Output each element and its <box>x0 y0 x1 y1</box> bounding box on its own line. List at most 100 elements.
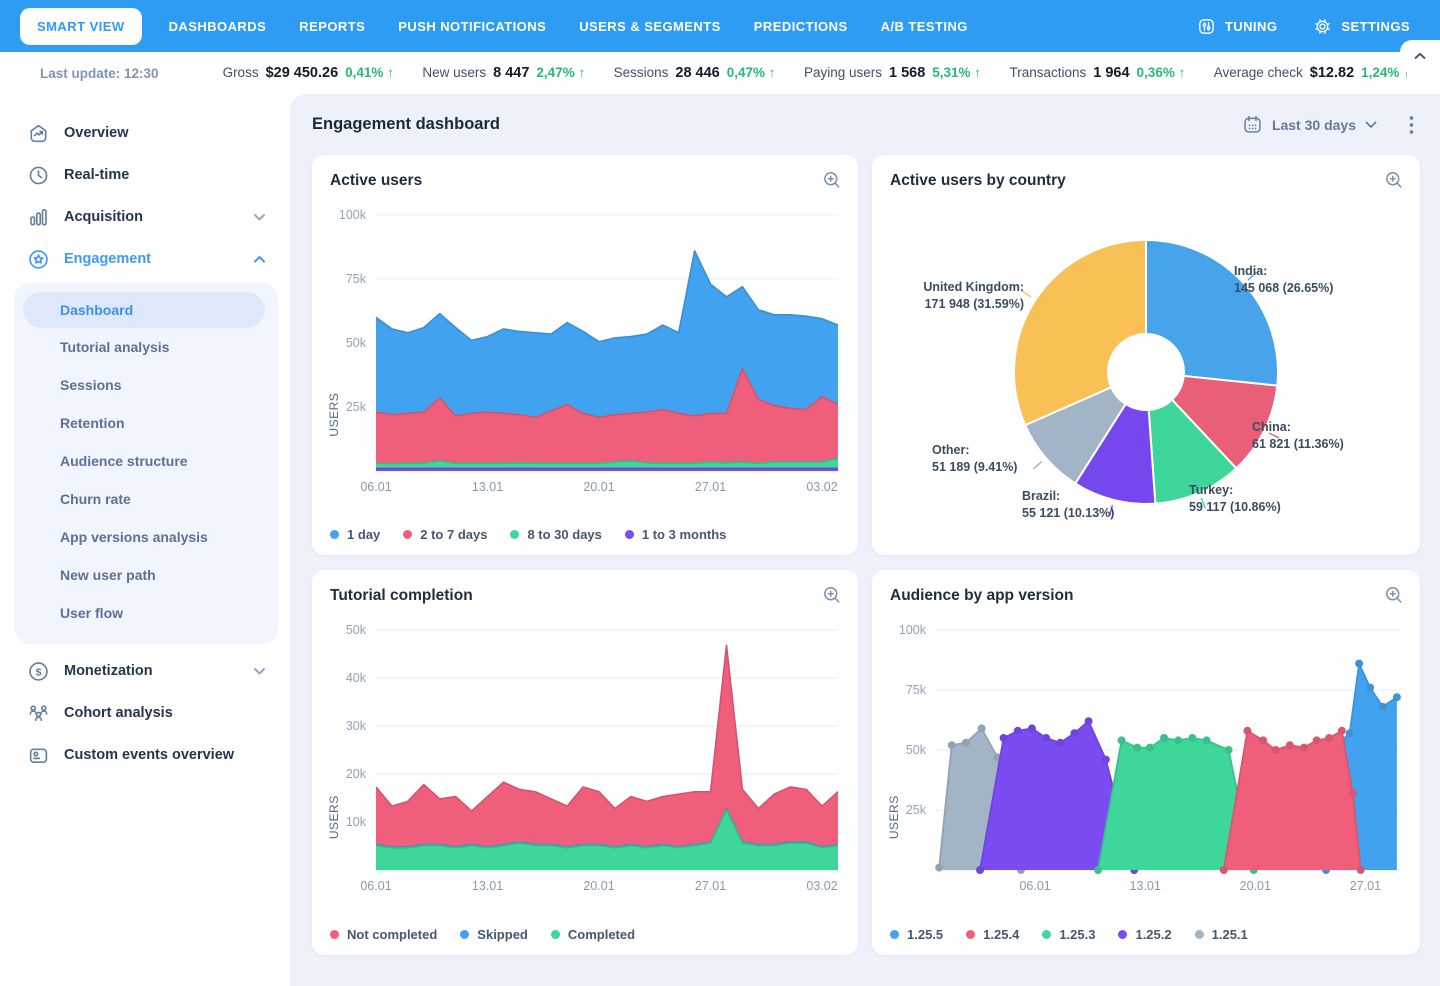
nav-tuning-button[interactable]: TUNING <box>1197 17 1278 36</box>
stats-bar: Last update: 12:30 Gross$29 450.260,41% … <box>0 52 1440 94</box>
pie-label-value: 145 068 (26.65%) <box>1234 280 1354 297</box>
nav-tab-push-notifications[interactable]: PUSH NOTIFICATIONS <box>398 19 546 34</box>
svg-text:20.01: 20.01 <box>583 879 614 893</box>
svg-text:75k: 75k <box>346 272 367 286</box>
svg-text:03.02: 03.02 <box>806 879 837 893</box>
svg-text:50k: 50k <box>346 336 367 350</box>
legend-label: 1 day <box>347 527 380 542</box>
svg-text:06.01: 06.01 <box>360 879 391 893</box>
sidebar-item-label: Overview <box>64 125 129 141</box>
stat-value: 28 446 <box>675 65 719 81</box>
pie-label-name: India: <box>1234 263 1354 280</box>
svg-text:06.01: 06.01 <box>360 480 391 494</box>
legend-item-not-completed[interactable]: Not completed <box>330 927 437 942</box>
legend-item-1-25-5[interactable]: 1.25.5 <box>890 927 943 942</box>
sidebar-subitem-app-versions-analysis[interactable]: App versions analysis <box>14 518 278 556</box>
active-users-chart-canvas[interactable]: 100k75k50k25kUSERS06.0113.0120.0127.0103… <box>312 193 858 509</box>
svg-text:50k: 50k <box>906 743 927 757</box>
legend-item-8-to-30-days[interactable]: 8 to 30 days <box>510 527 601 542</box>
zoom-in-button[interactable] <box>1384 585 1405 606</box>
nav-tuning-label: TUNING <box>1225 19 1278 34</box>
legend-item-skipped[interactable]: Skipped <box>460 927 528 942</box>
sidebar-subitem-audience-structure[interactable]: Audience structure <box>14 442 278 480</box>
sidebar-item-custom-events-overview[interactable]: Custom events overview <box>0 734 290 776</box>
nav-tab-users-segments[interactable]: USERS & SEGMENTS <box>579 19 721 34</box>
svg-text:10k: 10k <box>346 815 367 829</box>
nav-tab-predictions[interactable]: PREDICTIONS <box>754 19 848 34</box>
legend-label: 1.25.2 <box>1135 927 1171 942</box>
sidebar-item-monetization[interactable]: $Monetization <box>0 650 290 692</box>
calendar-icon <box>1242 114 1263 135</box>
sidebar-item-real-time[interactable]: Real-time <box>0 154 290 196</box>
legend-item-1-day[interactable]: 1 day <box>330 527 380 542</box>
overview-icon <box>27 122 50 145</box>
legend-dot <box>625 530 634 539</box>
svg-text:20.01: 20.01 <box>583 480 614 494</box>
legend-label: 2 to 7 days <box>420 527 487 542</box>
stat-value: 1 964 <box>1093 65 1129 81</box>
sidebar-subitem-retention[interactable]: Retention <box>14 404 278 442</box>
top-navigation: SMART VIEW DASHBOARDS REPORTS PUSH NOTIFICA… <box>0 0 1440 52</box>
legend-dot <box>330 530 339 539</box>
card-title: Active users <box>330 172 422 190</box>
card-active-users: Active users100k75k50k25kUSERS06.0113.01… <box>312 155 858 555</box>
stat-label: Average check <box>1214 65 1303 80</box>
stat-label: Transactions <box>1009 65 1086 80</box>
zoom-in-button[interactable] <box>822 170 843 191</box>
pie-label-name: Other: <box>932 442 1044 459</box>
legend-label: 8 to 30 days <box>527 527 601 542</box>
sidebar-item-engagement[interactable]: Engagement <box>0 238 290 280</box>
sidebar-subitem-new-user-path[interactable]: New user path <box>14 556 278 594</box>
nav-tab-reports[interactable]: REPORTS <box>299 19 365 34</box>
nav-tab-smart-view[interactable]: SMART VIEW <box>20 8 142 45</box>
date-range-selector[interactable]: Last 30 days <box>1242 114 1377 135</box>
active-users-by-country-chart-canvas[interactable] <box>872 155 1420 555</box>
sidebar-item-overview[interactable]: Overview <box>0 112 290 154</box>
legend-item-completed[interactable]: Completed <box>551 927 635 942</box>
legend-item-1-to-3-months[interactable]: 1 to 3 months <box>625 527 727 542</box>
sidebar-subitem-user-flow[interactable]: User flow <box>14 594 278 632</box>
stat-label: New users <box>422 65 486 80</box>
svg-text:USERS: USERS <box>327 393 341 437</box>
custom-events-icon <box>27 744 50 767</box>
stat-value: 1 568 <box>889 65 925 81</box>
content-header: Engagement dashboard Last 30 days <box>290 94 1440 155</box>
legend-item-1-25-2[interactable]: 1.25.2 <box>1118 927 1171 942</box>
legend-item-1-25-3[interactable]: 1.25.3 <box>1042 927 1095 942</box>
kebab-menu-icon <box>1409 115 1414 135</box>
sidebar-subitem-churn-rate[interactable]: Churn rate <box>14 480 278 518</box>
sidebar-subitem-tutorial-analysis[interactable]: Tutorial analysis <box>14 328 278 366</box>
tutorial-completion-chart-canvas[interactable]: 50k40k30k20k10kUSERS06.0113.0120.0127.01… <box>312 608 858 908</box>
pie-label-other: Other:51 189 (9.41%) <box>932 442 1044 475</box>
audience-by-app-version-chart-canvas[interactable]: 100k75k50k25kUSERS06.0113.0120.0127.01 <box>872 608 1420 908</box>
chevron-down-icon <box>253 667 266 676</box>
pie-label-name: United Kingdom: <box>894 279 1024 296</box>
nav-tab-a-b-testing[interactable]: A/B TESTING <box>881 19 968 34</box>
nav-settings-button[interactable]: SETTINGS <box>1313 17 1410 36</box>
nav-settings-label: SETTINGS <box>1341 19 1410 34</box>
sidebar-item-cohort-analysis[interactable]: Cohort analysis <box>0 692 290 734</box>
sidebar-item-acquisition[interactable]: Acquisition <box>0 196 290 238</box>
card-header: Active users <box>312 155 858 191</box>
sidebar-subitem-dashboard[interactable]: Dashboard <box>23 292 265 328</box>
svg-text:100k: 100k <box>339 208 367 222</box>
nav-tab-dashboards[interactable]: DASHBOARDS <box>169 19 267 34</box>
kebab-menu-button[interactable] <box>1405 111 1418 139</box>
legend-label: Completed <box>568 927 635 942</box>
card-active-users-by-country: Active users by countryIndia:145 068 (26… <box>872 155 1420 555</box>
svg-text:75k: 75k <box>906 683 927 697</box>
legend-item-2-to-7-days[interactable]: 2 to 7 days <box>403 527 487 542</box>
zoom-in-icon <box>822 170 843 191</box>
sidebar-subitem-sessions[interactable]: Sessions <box>14 366 278 404</box>
stat-transactions: Transactions1 9640,36% ↑ <box>1009 65 1185 81</box>
chevron-down-icon <box>253 213 266 222</box>
realtime-clock-icon <box>27 164 50 187</box>
legend-item-1-25-4[interactable]: 1.25.4 <box>966 927 1019 942</box>
stat-value: $29 450.26 <box>266 65 339 81</box>
header-collapse-button[interactable] <box>1400 40 1440 72</box>
legend-item-1-25-1[interactable]: 1.25.1 <box>1195 927 1248 942</box>
svg-text:27.01: 27.01 <box>1350 879 1381 893</box>
stat-value: 8 447 <box>493 65 529 81</box>
zoom-in-button[interactable] <box>822 585 843 606</box>
card-audience-by-app-version: Audience by app version100k75k50k25kUSER… <box>872 570 1420 955</box>
